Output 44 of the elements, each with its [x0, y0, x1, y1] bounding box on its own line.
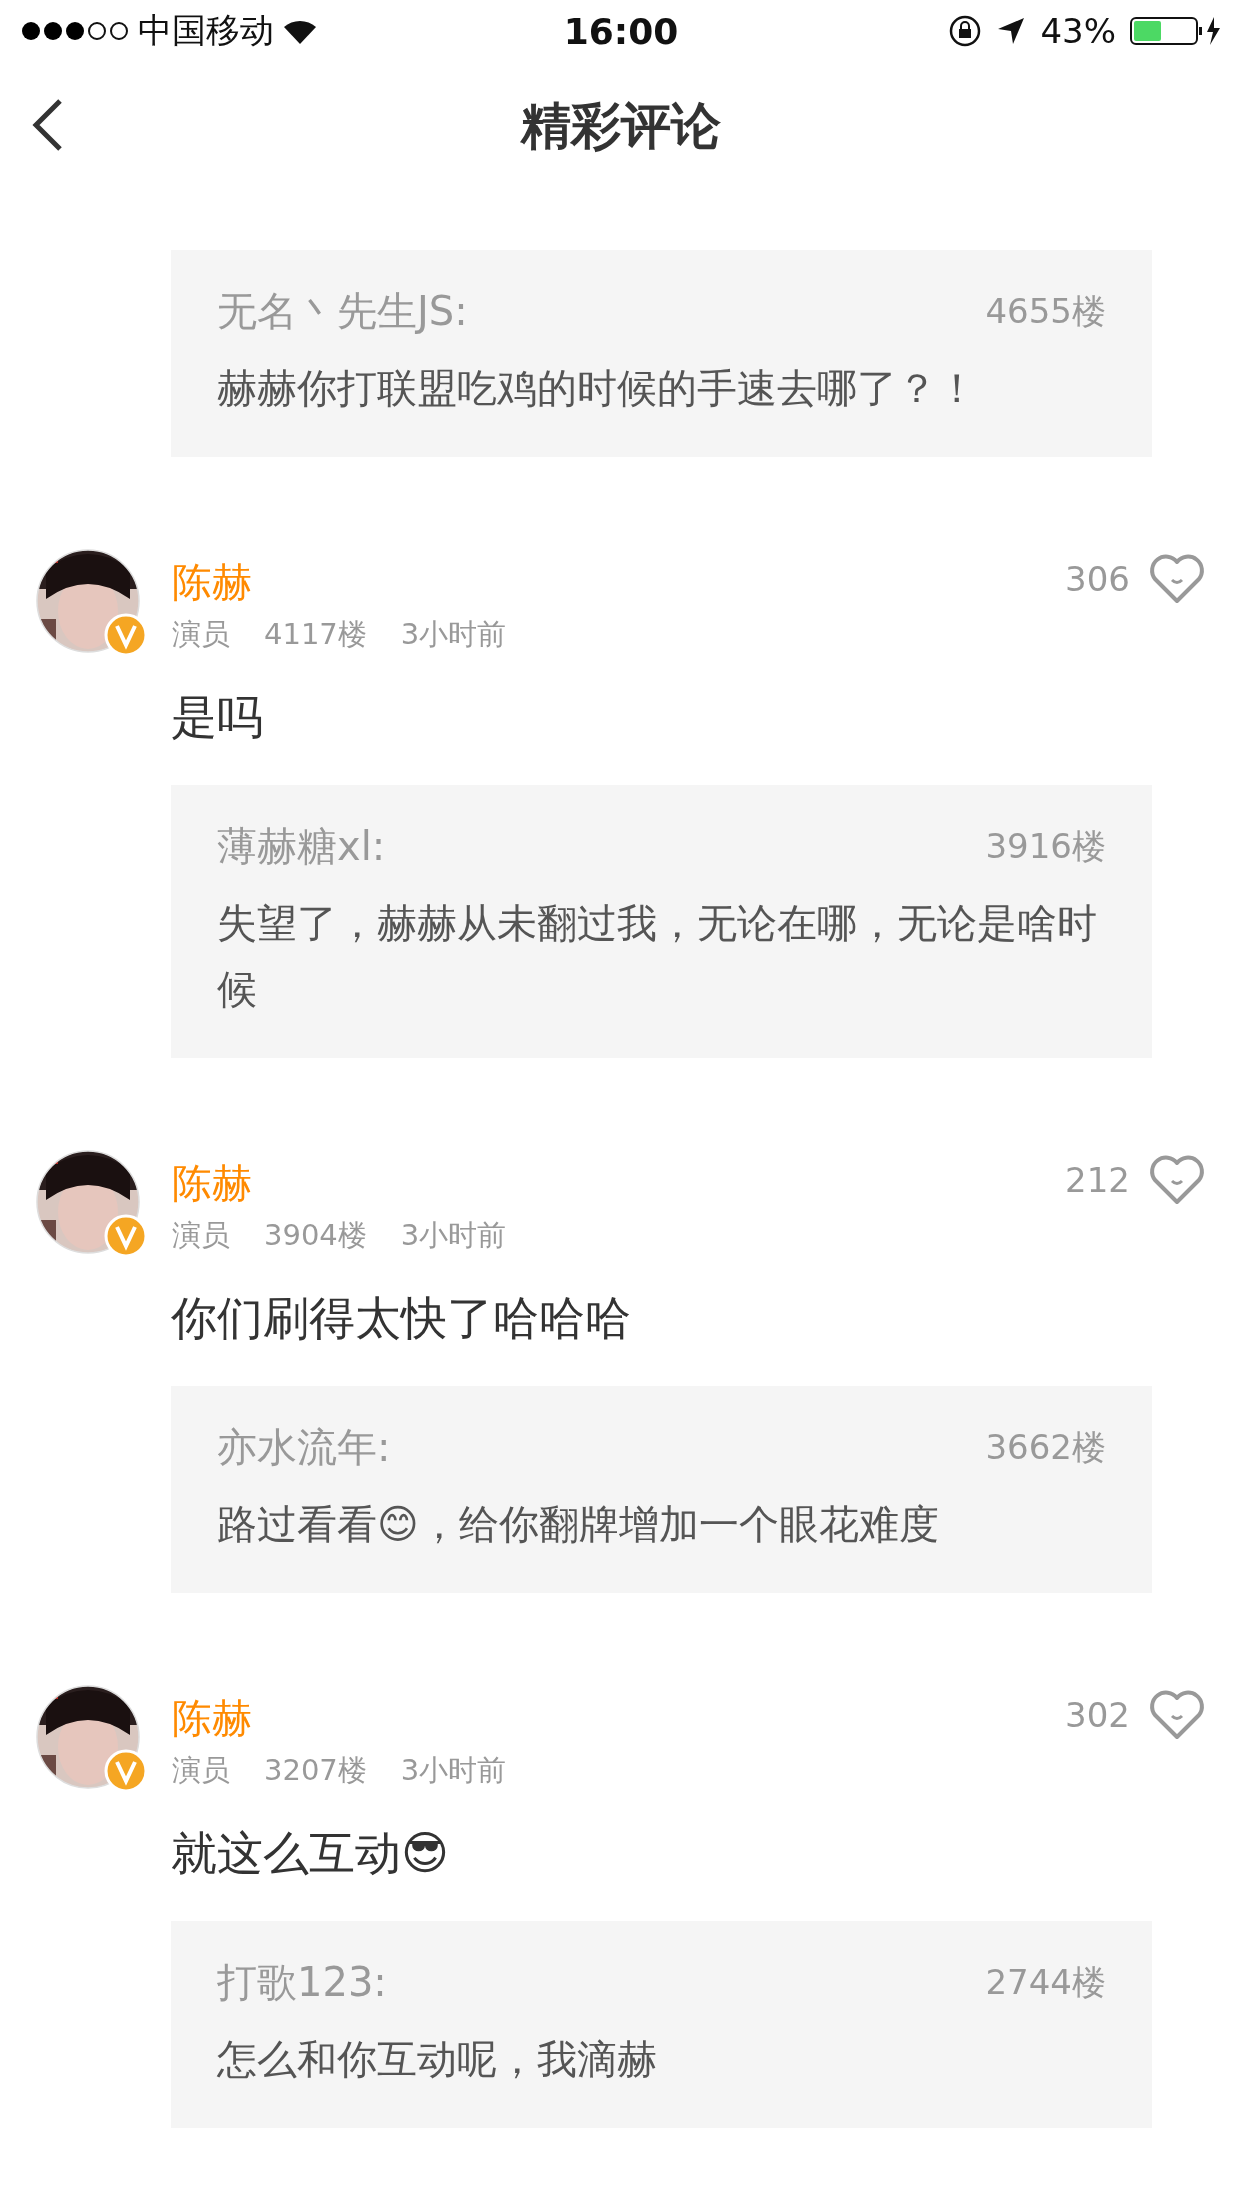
rotation-lock-icon	[948, 14, 983, 48]
like-count: 302	[1065, 1695, 1130, 1735]
user-role: 演员	[172, 1217, 230, 1254]
like-button[interactable]	[1148, 553, 1206, 605]
user-role: 演员	[172, 616, 230, 653]
floor-number: 3904楼	[264, 1217, 367, 1254]
post-time: 3小时前	[400, 1217, 507, 1254]
like-button[interactable]	[1148, 1154, 1206, 1206]
floor-number: 4117楼	[264, 616, 367, 653]
post-time: 3小时前	[400, 1752, 507, 1789]
floor-number: 3662楼	[985, 1425, 1106, 1469]
like-button[interactable]	[1148, 1689, 1206, 1741]
clock-time: 16:00	[563, 10, 679, 52]
comment-text: 是吗	[171, 689, 264, 746]
verified-badge-icon	[104, 1214, 148, 1258]
signal-icon	[20, 20, 130, 42]
reply-text: 怎么和你互动呢，我滴赫	[217, 2035, 658, 2084]
location-arrow-icon	[996, 16, 1027, 46]
reply-text: 路过看看😊，给你翻牌增加一个眼花难度	[217, 1500, 940, 1549]
comment-text: 就这么互动😎	[171, 1825, 450, 1882]
floor-number: 3207楼	[264, 1752, 367, 1789]
user-name[interactable]: 陈赫	[172, 557, 1066, 607]
reply-username: 无名丶先生JS:	[217, 287, 468, 336]
like-count: 212	[1065, 1160, 1130, 1200]
comment-text: 你们刷得太快了哈哈哈	[171, 1290, 632, 1347]
user-role: 演员	[172, 1752, 230, 1789]
post-time: 3小时前	[400, 616, 507, 653]
reply-text: 赫赫你打联盟吃鸡的时候的手速去哪了？！	[217, 364, 978, 413]
verified-badge-icon	[104, 613, 148, 657]
page-title: 精彩评论	[521, 95, 721, 157]
like-count: 306	[1065, 559, 1130, 599]
user-name[interactable]: 陈赫	[172, 1693, 1066, 1743]
carrier-name: 中国移动	[138, 9, 274, 52]
user-name[interactable]: 陈赫	[172, 1158, 1066, 1208]
floor-number: 4655楼	[985, 289, 1106, 333]
reply-text: 失望了，赫赫从未翻过我，无论在哪，无论是啥时候	[217, 899, 1098, 1014]
floor-number: 3916楼	[985, 824, 1106, 868]
reply-username: 打歌123:	[217, 1958, 387, 2007]
reply-username: 薄赫糖xl:	[217, 822, 386, 871]
battery-charging-icon	[1130, 15, 1222, 47]
battery-percent: 43%	[1040, 11, 1116, 51]
floor-number: 2744楼	[985, 1960, 1106, 2004]
reply-username: 亦水流年:	[217, 1423, 391, 1472]
verified-badge-icon	[104, 1749, 148, 1793]
